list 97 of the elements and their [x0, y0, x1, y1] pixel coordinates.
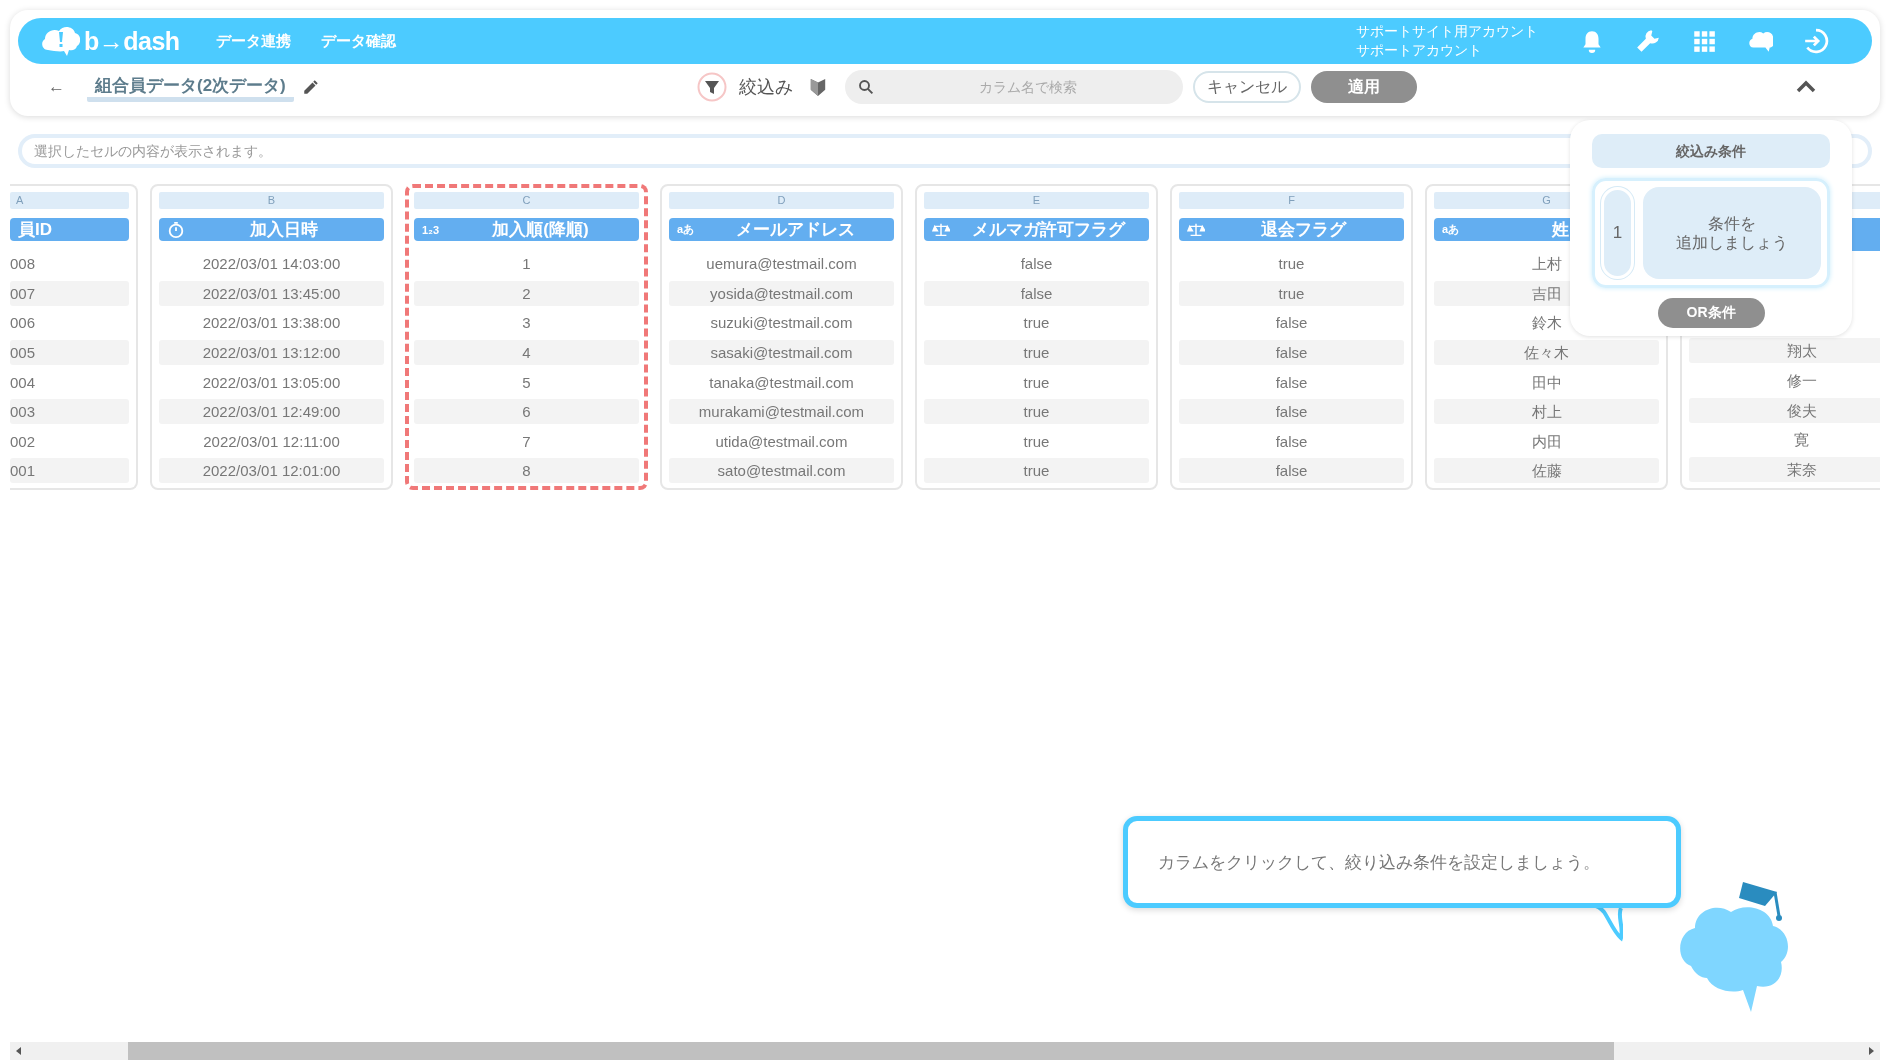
table-cell[interactable]: false — [1179, 428, 1404, 454]
table-cell[interactable]: murakami@testmail.com — [669, 399, 894, 425]
table-column[interactable]: C 1₂3 加入順(降順) 1 2 3 4 5 6 7 8 — [405, 184, 648, 490]
pencil-icon[interactable] — [301, 78, 320, 96]
table-cell[interactable]: true — [924, 369, 1149, 395]
column-header[interactable]: メルマガ許可フラグ — [924, 218, 1149, 241]
filter-icon[interactable] — [696, 72, 727, 102]
table-cell[interactable]: 2 — [414, 280, 639, 306]
table-cell[interactable]: 4 — [414, 340, 639, 366]
column-letter: C — [414, 192, 639, 209]
table-cell[interactable]: 寛 — [1689, 427, 1880, 453]
back-button[interactable]: ← — [48, 77, 65, 97]
table-cell[interactable]: 1 — [414, 251, 639, 277]
number-type-icon: 1₂3 — [422, 223, 444, 236]
add-condition-text: 条件を — [1708, 214, 1756, 233]
toolbar-button[interactable]: キャンセル — [1192, 71, 1301, 103]
table-cell[interactable]: 7 — [414, 428, 639, 454]
table-cell[interactable]: false — [1179, 340, 1404, 366]
table-cell[interactable]: 004 — [10, 369, 129, 395]
popup-title: 絞込み条件 — [1592, 134, 1830, 168]
table-cell[interactable]: 2022/03/01 13:45:00 — [159, 280, 384, 306]
table-cell[interactable]: false — [1179, 458, 1404, 484]
account-name: サポートアカウント — [1356, 41, 1483, 60]
table-cell[interactable]: 001 — [10, 458, 129, 484]
add-condition-area[interactable]: 条件を 追加しましょう — [1643, 187, 1821, 279]
table-cell[interactable]: true — [1179, 280, 1404, 306]
table-cell[interactable]: 2022/03/01 12:49:00 — [159, 399, 384, 425]
table-column[interactable]: B 加入日時 2022/03/01 14:03:00 2022/03/01 13:45:00 2022/03/01 13:38:00 2022/03/01 13:12:00 2022/03/01 13:05:00 2022/03/01 12:49:00 2022/03/01 12:11:00 2022/03/01 12:01:00 — [150, 184, 393, 490]
table-cell[interactable]: 006 — [10, 310, 129, 336]
search-icon — [856, 78, 875, 96]
column-letter: F — [1179, 192, 1404, 209]
column-header[interactable]: 員ID — [10, 218, 129, 241]
table-cell[interactable]: true — [924, 340, 1149, 366]
cloud-icon — [40, 24, 80, 58]
table-cell[interactable]: suzuki@testmail.com — [669, 310, 894, 336]
table-cell[interactable]: 005 — [10, 340, 129, 366]
table-cell[interactable]: true — [924, 428, 1149, 454]
table-cell[interactable]: false — [1179, 369, 1404, 395]
table-cell[interactable]: 2022/03/01 12:11:00 — [159, 428, 384, 454]
table-cell[interactable]: 修一 — [1689, 367, 1880, 393]
column-letter: D — [669, 192, 894, 209]
table-cell[interactable]: 5 — [414, 369, 639, 395]
table-cell[interactable]: 003 — [10, 399, 129, 425]
table-cell[interactable]: sato@testmail.com — [669, 458, 894, 484]
table-cell[interactable]: 田中 — [1434, 369, 1659, 395]
table-cell[interactable]: yosida@testmail.com — [669, 280, 894, 306]
table-cell[interactable]: 内田 — [1434, 428, 1659, 454]
search-field[interactable]: カラム名で検索 — [844, 70, 1183, 104]
table-cell[interactable]: 6 — [414, 399, 639, 425]
table-column[interactable]: A 員ID 008 007 006 005 004 003 002 001 — [10, 184, 138, 490]
column-header[interactable]: 加入日時 — [159, 218, 384, 241]
table-cell[interactable]: sasaki@testmail.com — [669, 340, 894, 366]
table-cell[interactable]: 村上 — [1434, 399, 1659, 425]
table-title[interactable]: 組合員データ(2次データ) — [87, 72, 294, 102]
text-type-icon: aあ — [1442, 222, 1464, 237]
table-cell[interactable]: 3 — [414, 310, 639, 336]
table-column[interactable]: E メルマガ許可フラグ false false true true true true true true — [915, 184, 1158, 490]
table-cell[interactable]: false — [924, 280, 1149, 306]
scrollbar-thumb[interactable] — [128, 1042, 1614, 1060]
table-cell[interactable]: false — [1179, 399, 1404, 425]
filter-label: 絞込み — [738, 76, 793, 99]
table-cell[interactable]: true — [924, 310, 1149, 336]
column-header[interactable]: 1₂3 加入順(降順) — [414, 218, 639, 241]
table-cell[interactable]: tanaka@testmail.com — [669, 369, 894, 395]
column-header[interactable]: aあ メールアドレス — [669, 218, 894, 241]
table-column[interactable]: F 退会フラグ true true false false false false false false — [1170, 184, 1413, 490]
table-cell[interactable]: 2022/03/01 14:03:00 — [159, 251, 384, 277]
table-cell[interactable]: true — [924, 399, 1149, 425]
table-cell[interactable]: 翔太 — [1689, 338, 1880, 364]
table-cell[interactable]: 茉奈 — [1689, 456, 1880, 482]
table-cell[interactable]: 2022/03/01 13:05:00 — [159, 369, 384, 395]
table-cell[interactable]: 007 — [10, 280, 129, 306]
table-cell[interactable]: 俊夫 — [1689, 397, 1880, 423]
stopwatch-icon — [167, 220, 185, 239]
table-cell[interactable]: 2022/03/01 13:38:00 — [159, 310, 384, 336]
table-column[interactable]: D aあ メールアドレス uemura@testmail.com yosida@testmail.com suzuki@testmail.com sasaki@testmail.com tanaka@testmail.com murakami@testmail.com utida@testmail.com sato@testmail.com — [660, 184, 903, 490]
table-cell[interactable]: 008 — [10, 251, 129, 277]
column-letter: A — [10, 192, 129, 209]
table-cell[interactable]: 8 — [414, 458, 639, 484]
column-letter: E — [924, 192, 1149, 209]
table-cell[interactable]: true — [1179, 251, 1404, 277]
table-cell[interactable]: false — [1179, 310, 1404, 336]
column-letter: B — [159, 192, 384, 209]
logo-text: b→dash — [84, 26, 180, 56]
table-cell[interactable]: 2022/03/01 13:12:00 — [159, 340, 384, 366]
table-cell[interactable]: 2022/03/01 12:01:00 — [159, 458, 384, 484]
account-name: サポートサイト用アカウント — [1356, 22, 1538, 41]
table-cell[interactable]: 佐々木 — [1434, 340, 1659, 366]
table-cell[interactable]: 佐藤 — [1434, 458, 1659, 484]
text-type-icon: aあ — [677, 222, 699, 237]
table-cell[interactable]: utida@testmail.com — [669, 428, 894, 454]
table-cell[interactable]: 002 — [10, 428, 129, 454]
table-cell[interactable]: true — [924, 458, 1149, 484]
table-cell[interactable]: false — [924, 251, 1149, 277]
column-header[interactable]: 退会フラグ — [1179, 218, 1404, 241]
table-cell[interactable]: uemura@testmail.com — [669, 251, 894, 277]
group-number: 1 — [1601, 187, 1634, 279]
